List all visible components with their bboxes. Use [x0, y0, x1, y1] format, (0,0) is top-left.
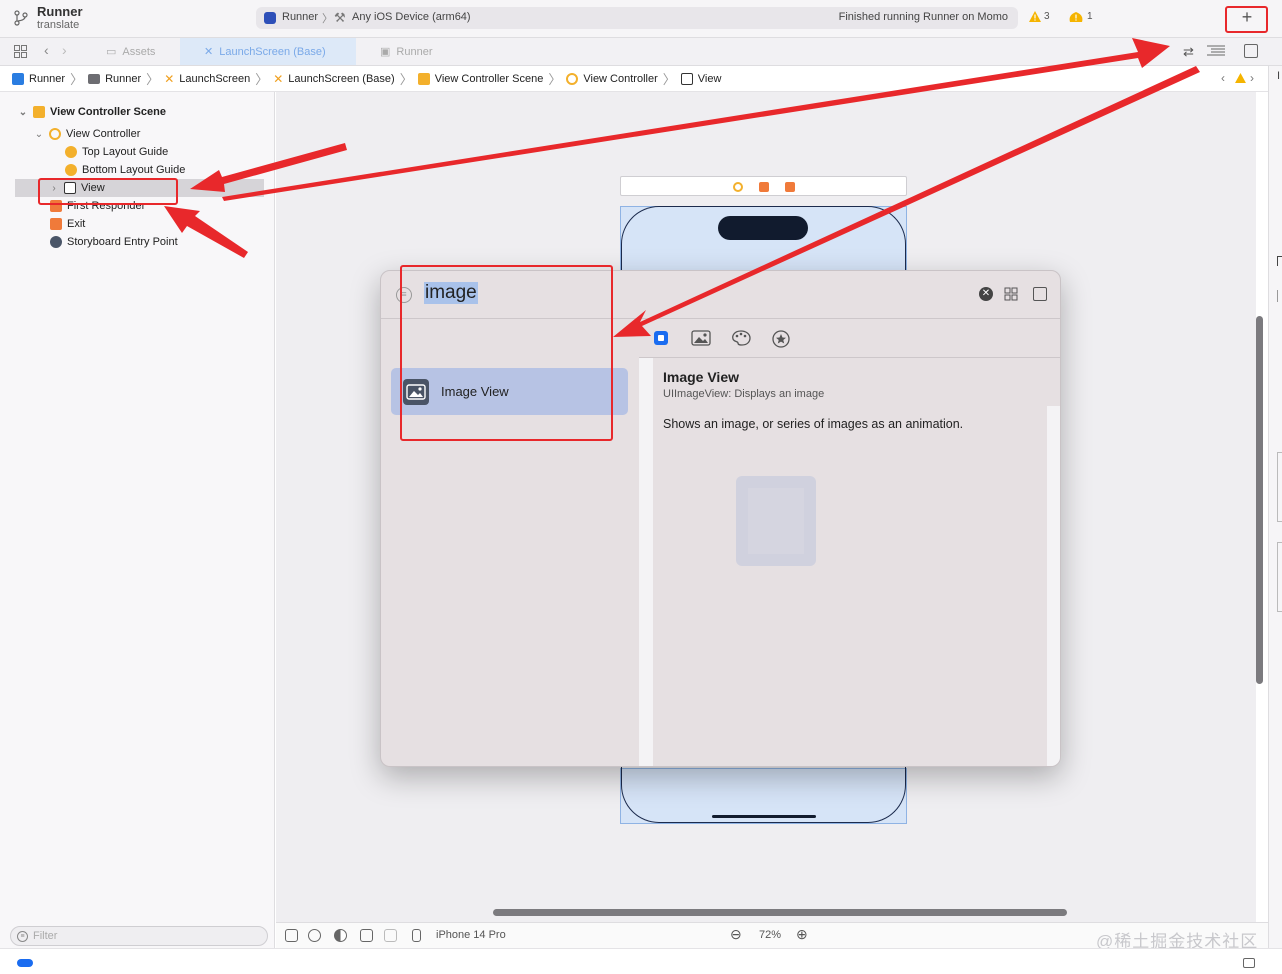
- annotation-arrow: [164, 206, 248, 258]
- annotation-arrow: [222, 38, 1170, 201]
- annotation-arrows: [164, 38, 1200, 337]
- annotation-arrow: [613, 66, 1200, 337]
